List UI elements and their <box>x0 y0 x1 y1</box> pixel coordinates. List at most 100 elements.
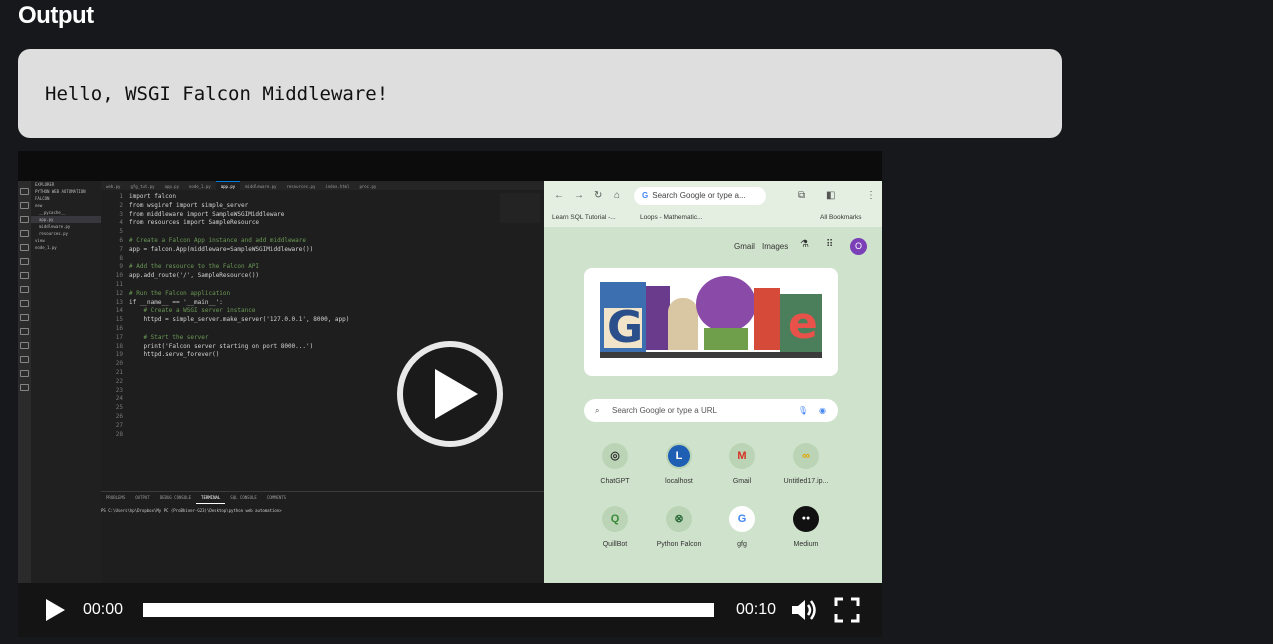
vscode-tab: proc.py <box>359 184 377 189</box>
code-line: 16 <box>115 324 123 332</box>
code-line: 15 httpd = simple_server.make_server('12… <box>115 316 350 324</box>
explorer-item: PYTHON WEB AUTOMATION <box>35 189 86 194</box>
vscode-tab: index.html <box>325 184 350 189</box>
back-icon: ← <box>554 190 564 201</box>
shortcut-tile: ∞ Untitled17.ip... <box>771 443 841 485</box>
explorer-item: FALCON <box>35 196 50 201</box>
shortcut-label: ChatGPT <box>600 478 630 485</box>
profile-avatar: O <box>850 238 867 255</box>
video-frame-chrome: ← → ↻ ⌂ G Search Google or type a... ⧉ ◧ … <box>544 181 882 583</box>
explorer-item: new <box>35 203 43 208</box>
google-search-placeholder: Search Google or type a URL <box>612 406 717 415</box>
shortcut-tile: G gfg <box>707 506 777 548</box>
vscode-tab: gfg_tut.py <box>130 184 155 189</box>
shortcut-label: Untitled17.ip... <box>783 478 829 485</box>
chrome-omnibox: G Search Google or type a... <box>634 187 766 205</box>
shortcut-label: Gmail <box>732 478 752 485</box>
output-heading: Output <box>18 2 94 29</box>
labs-icon: ⚗ <box>800 239 809 250</box>
explorer-item: node_1.py <box>35 245 57 250</box>
shortcut-tile: ●● Medium <box>771 506 841 548</box>
seek-bar[interactable] <box>143 603 714 617</box>
bookmark-item: Loops - Mathematic... <box>640 214 703 221</box>
code-line: 3 from middleware import SampleWSGIMiddle… <box>119 210 285 218</box>
vscode-activity-bar <box>18 181 31 583</box>
big-play-icon[interactable] <box>395 339 505 449</box>
apps-grid-icon: ⠿ <box>826 239 834 250</box>
google-g-icon: G <box>642 191 649 200</box>
shortcut-icon: ∞ <box>793 443 819 469</box>
vscode-tab: node_1.py <box>189 184 211 189</box>
vscode-tabs: web.py gfg_tut.py app.py node_1.py app.py mid… <box>101 181 544 190</box>
vscode-tab: app.py <box>164 184 179 189</box>
images-link: Images <box>762 242 789 251</box>
extensions-icon: ⧉ <box>798 190 806 201</box>
shortcut-icon: Q <box>602 506 628 532</box>
panel-tab: SQL CONSOLE <box>230 495 257 500</box>
vscode-tab-active: app.py <box>215 181 241 190</box>
bookmarks-bar: Learn SQL Tutorial -... Loops - Mathemat… <box>544 211 882 227</box>
video-player[interactable]: EXPLORER PYTHON WEB AUTOMATION FALCON ne… <box>18 151 882 637</box>
explorer-item: app.py <box>31 216 101 223</box>
omnibox-text: Search Google or type a... <box>652 191 746 200</box>
code-line: 12 # Run the Falcon application <box>115 289 231 297</box>
explorer-item: middleware.py <box>39 224 71 229</box>
shortcut-icon: ●● <box>793 506 819 532</box>
panel-tab: COMMENTS <box>266 495 287 500</box>
code-line: 14 # Create a WSGI server instance <box>115 307 256 315</box>
code-line: 6 # Create a Falcon App instance and add … <box>119 236 307 244</box>
duration: 00:10 <box>736 601 777 618</box>
sidepanel-icon: ◧ <box>826 190 836 201</box>
volume-icon[interactable] <box>790 597 818 623</box>
shortcut-tile: Q QuillBot <box>580 506 650 548</box>
bookmark-item: All Bookmarks <box>820 214 862 221</box>
shortcut-icon: ◎ <box>602 443 628 469</box>
explorer-item: __pycache__ <box>39 210 66 215</box>
code-line: 10 app.add_route('/', SampleResource()) <box>115 272 260 280</box>
output-box: Hello, WSGI Falcon Middleware! <box>18 49 1062 138</box>
shortcut-label: localhost <box>665 478 693 485</box>
shortcut-tile: ◎ ChatGPT <box>580 443 650 485</box>
google-search-box: ⌕ Search Google or type a URL 🎙 ◉ <box>584 399 838 422</box>
code-line: 1 import falcon <box>119 193 176 200</box>
panel-tab: DEBUG CONSOLE <box>159 495 192 500</box>
vscode-tab: web.py <box>106 184 121 189</box>
bookmark-item: Learn SQL Tutorial -... <box>552 214 616 221</box>
forward-icon: → <box>574 190 584 201</box>
vscode-minimap <box>500 193 540 223</box>
vscode-tab: middleware.py <box>245 184 277 189</box>
fullscreen-icon[interactable] <box>834 597 860 623</box>
home-icon: ⌂ <box>614 190 621 201</box>
explorer-item: resources.py <box>39 231 68 236</box>
explorer-item: EXPLORER <box>35 182 55 187</box>
reload-icon: ↻ <box>594 190 603 201</box>
shortcut-icon: M <box>729 443 755 469</box>
menu-icon: ⋮ <box>866 190 876 201</box>
shortcut-label: Python Falcon <box>656 541 702 548</box>
vscode-panel: PROBLEMS OUTPUT DEBUG CONSOLE TERMINAL SQL C… <box>101 491 544 584</box>
terminal-prompt: PS C:\Users\hp\Dropbox\My PC (ProBhiner-… <box>101 508 282 513</box>
voice-search-icon: 🎙 <box>797 406 808 415</box>
shortcut-icon: G <box>729 506 755 532</box>
code-line: 11 <box>115 280 123 288</box>
code-line: 8 <box>119 254 123 262</box>
shortcut-label: gfg <box>737 541 747 548</box>
gmail-link: Gmail <box>734 242 755 251</box>
play-icon[interactable] <box>44 598 66 622</box>
vscode-tab: resources.py <box>286 184 316 189</box>
output-text: Hello, WSGI Falcon Middleware! <box>45 82 389 105</box>
search-icon: ⌕ <box>595 406 600 415</box>
shortcut-icon: ⊗ <box>666 506 692 532</box>
current-time: 00:00 <box>83 601 124 618</box>
shortcut-tile: M Gmail <box>707 443 777 485</box>
vscode-explorer: EXPLORER PYTHON WEB AUTOMATION FALCON ne… <box>31 181 101 583</box>
google-doodle: G e <box>584 268 838 376</box>
code-line: 13 if __name__ == '__main__': <box>115 298 223 306</box>
explorer-item: view <box>35 238 45 243</box>
code-line: 5 <box>119 228 123 236</box>
panel-tab-active: TERMINAL <box>196 492 226 504</box>
code-line: 4 from resources import SampleResource <box>119 219 260 227</box>
shortcut-tile: ⊗ Python Falcon <box>644 506 714 548</box>
lens-icon: ◉ <box>819 406 826 415</box>
code-line: 7 app = falcon.App(middleware=SampleWSGIM… <box>119 245 314 253</box>
